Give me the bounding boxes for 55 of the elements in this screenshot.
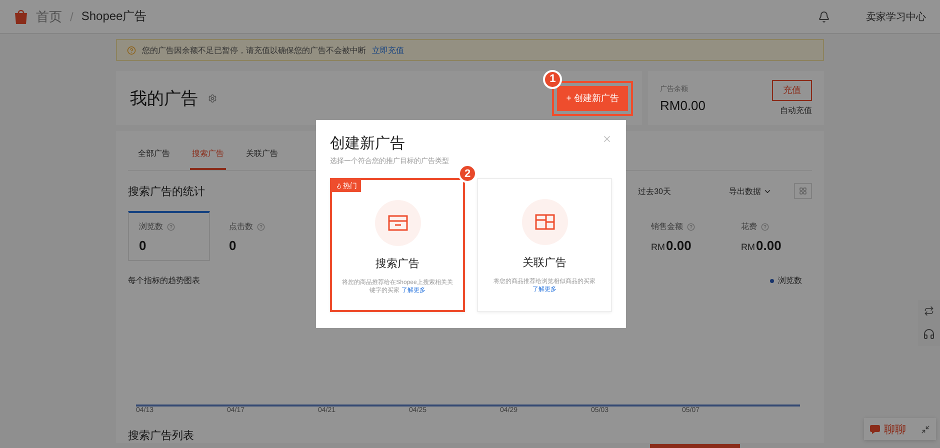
step-marker: 1 xyxy=(543,70,562,88)
breadcrumb-link[interactable]: Shopee广告 xyxy=(81,8,147,25)
account-name[interactable]: 卖家学习中心 xyxy=(866,10,926,24)
metric-label: 花费 xyxy=(741,221,757,232)
page-title: 我的广告 xyxy=(130,88,198,110)
currency-label: RM xyxy=(741,242,755,252)
metric-value: 0 xyxy=(139,238,146,253)
chart-title: 每个指标的趋势图表 xyxy=(128,275,200,286)
metric-label: 点击数 xyxy=(229,221,253,232)
help-icon xyxy=(167,222,175,230)
tab[interactable]: 关联广告 xyxy=(244,148,280,170)
period-label[interactable]: 过去30天 xyxy=(638,186,671,196)
bell-icon[interactable] xyxy=(818,10,830,22)
grid-icon xyxy=(799,187,807,195)
dialog-title: 创建新广告 xyxy=(330,134,405,153)
auto-top-up-link[interactable]: 自动充值 xyxy=(780,105,812,116)
metric-card[interactable]: 浏览数 0 xyxy=(128,211,210,261)
metric-card[interactable]: 销售金额 RM 0.00 xyxy=(640,211,722,261)
help-icon xyxy=(687,222,695,230)
chart-legend: 浏览数 xyxy=(770,275,802,286)
metric-value: 0.00 xyxy=(666,238,692,253)
warning-icon xyxy=(127,46,136,54)
chat-label: 聊聊 xyxy=(884,422,906,436)
currency-label: RM xyxy=(651,242,665,252)
section-title: 搜索广告的统计 xyxy=(128,184,205,198)
balance-amount: RM0.00 xyxy=(660,98,706,112)
refresh-icon[interactable] xyxy=(924,306,934,316)
metric-value: 0 xyxy=(229,238,236,253)
metric-card[interactable]: 点击数 0 xyxy=(218,211,300,261)
create-ad-button[interactable]: + 创建新广告 xyxy=(557,86,628,110)
tab[interactable]: 搜索广告 xyxy=(190,148,226,170)
metric-value: 0.00 xyxy=(756,238,782,253)
list-title: 搜索广告列表 xyxy=(128,428,195,443)
grid-button[interactable] xyxy=(794,183,812,199)
tab[interactable]: 全部广告 xyxy=(136,148,172,170)
metric-label: 浏览数 xyxy=(139,221,163,232)
metric-label: 销售金额 xyxy=(651,221,683,232)
top-up-link[interactable]: 立即充值 xyxy=(372,44,404,56)
settings-icon[interactable] xyxy=(208,94,217,102)
export-dropdown[interactable]: 导出数据 xyxy=(723,184,778,198)
card-title: 搜索广告 xyxy=(376,256,420,271)
top-up-button[interactable]: 充值 xyxy=(772,80,812,101)
minimize-icon[interactable] xyxy=(921,424,930,434)
help-icon xyxy=(257,222,265,230)
metric-card[interactable]: 花费 RM 0.00 xyxy=(730,211,812,261)
breadcrumb-separator: / xyxy=(70,10,74,24)
shop-bag-logo xyxy=(14,9,28,24)
help-icon xyxy=(761,222,769,230)
headset-icon[interactable] xyxy=(923,328,935,340)
chat-icon xyxy=(870,424,880,434)
card-layout-icon xyxy=(388,215,408,231)
grid-layout-icon xyxy=(534,214,554,230)
step-marker: 2 xyxy=(458,164,477,183)
notice-text: 您的广告因余额不足已暂停，请充值以确保您的广告不会被中断 xyxy=(142,44,366,56)
card-title: 关联广告 xyxy=(522,256,566,270)
